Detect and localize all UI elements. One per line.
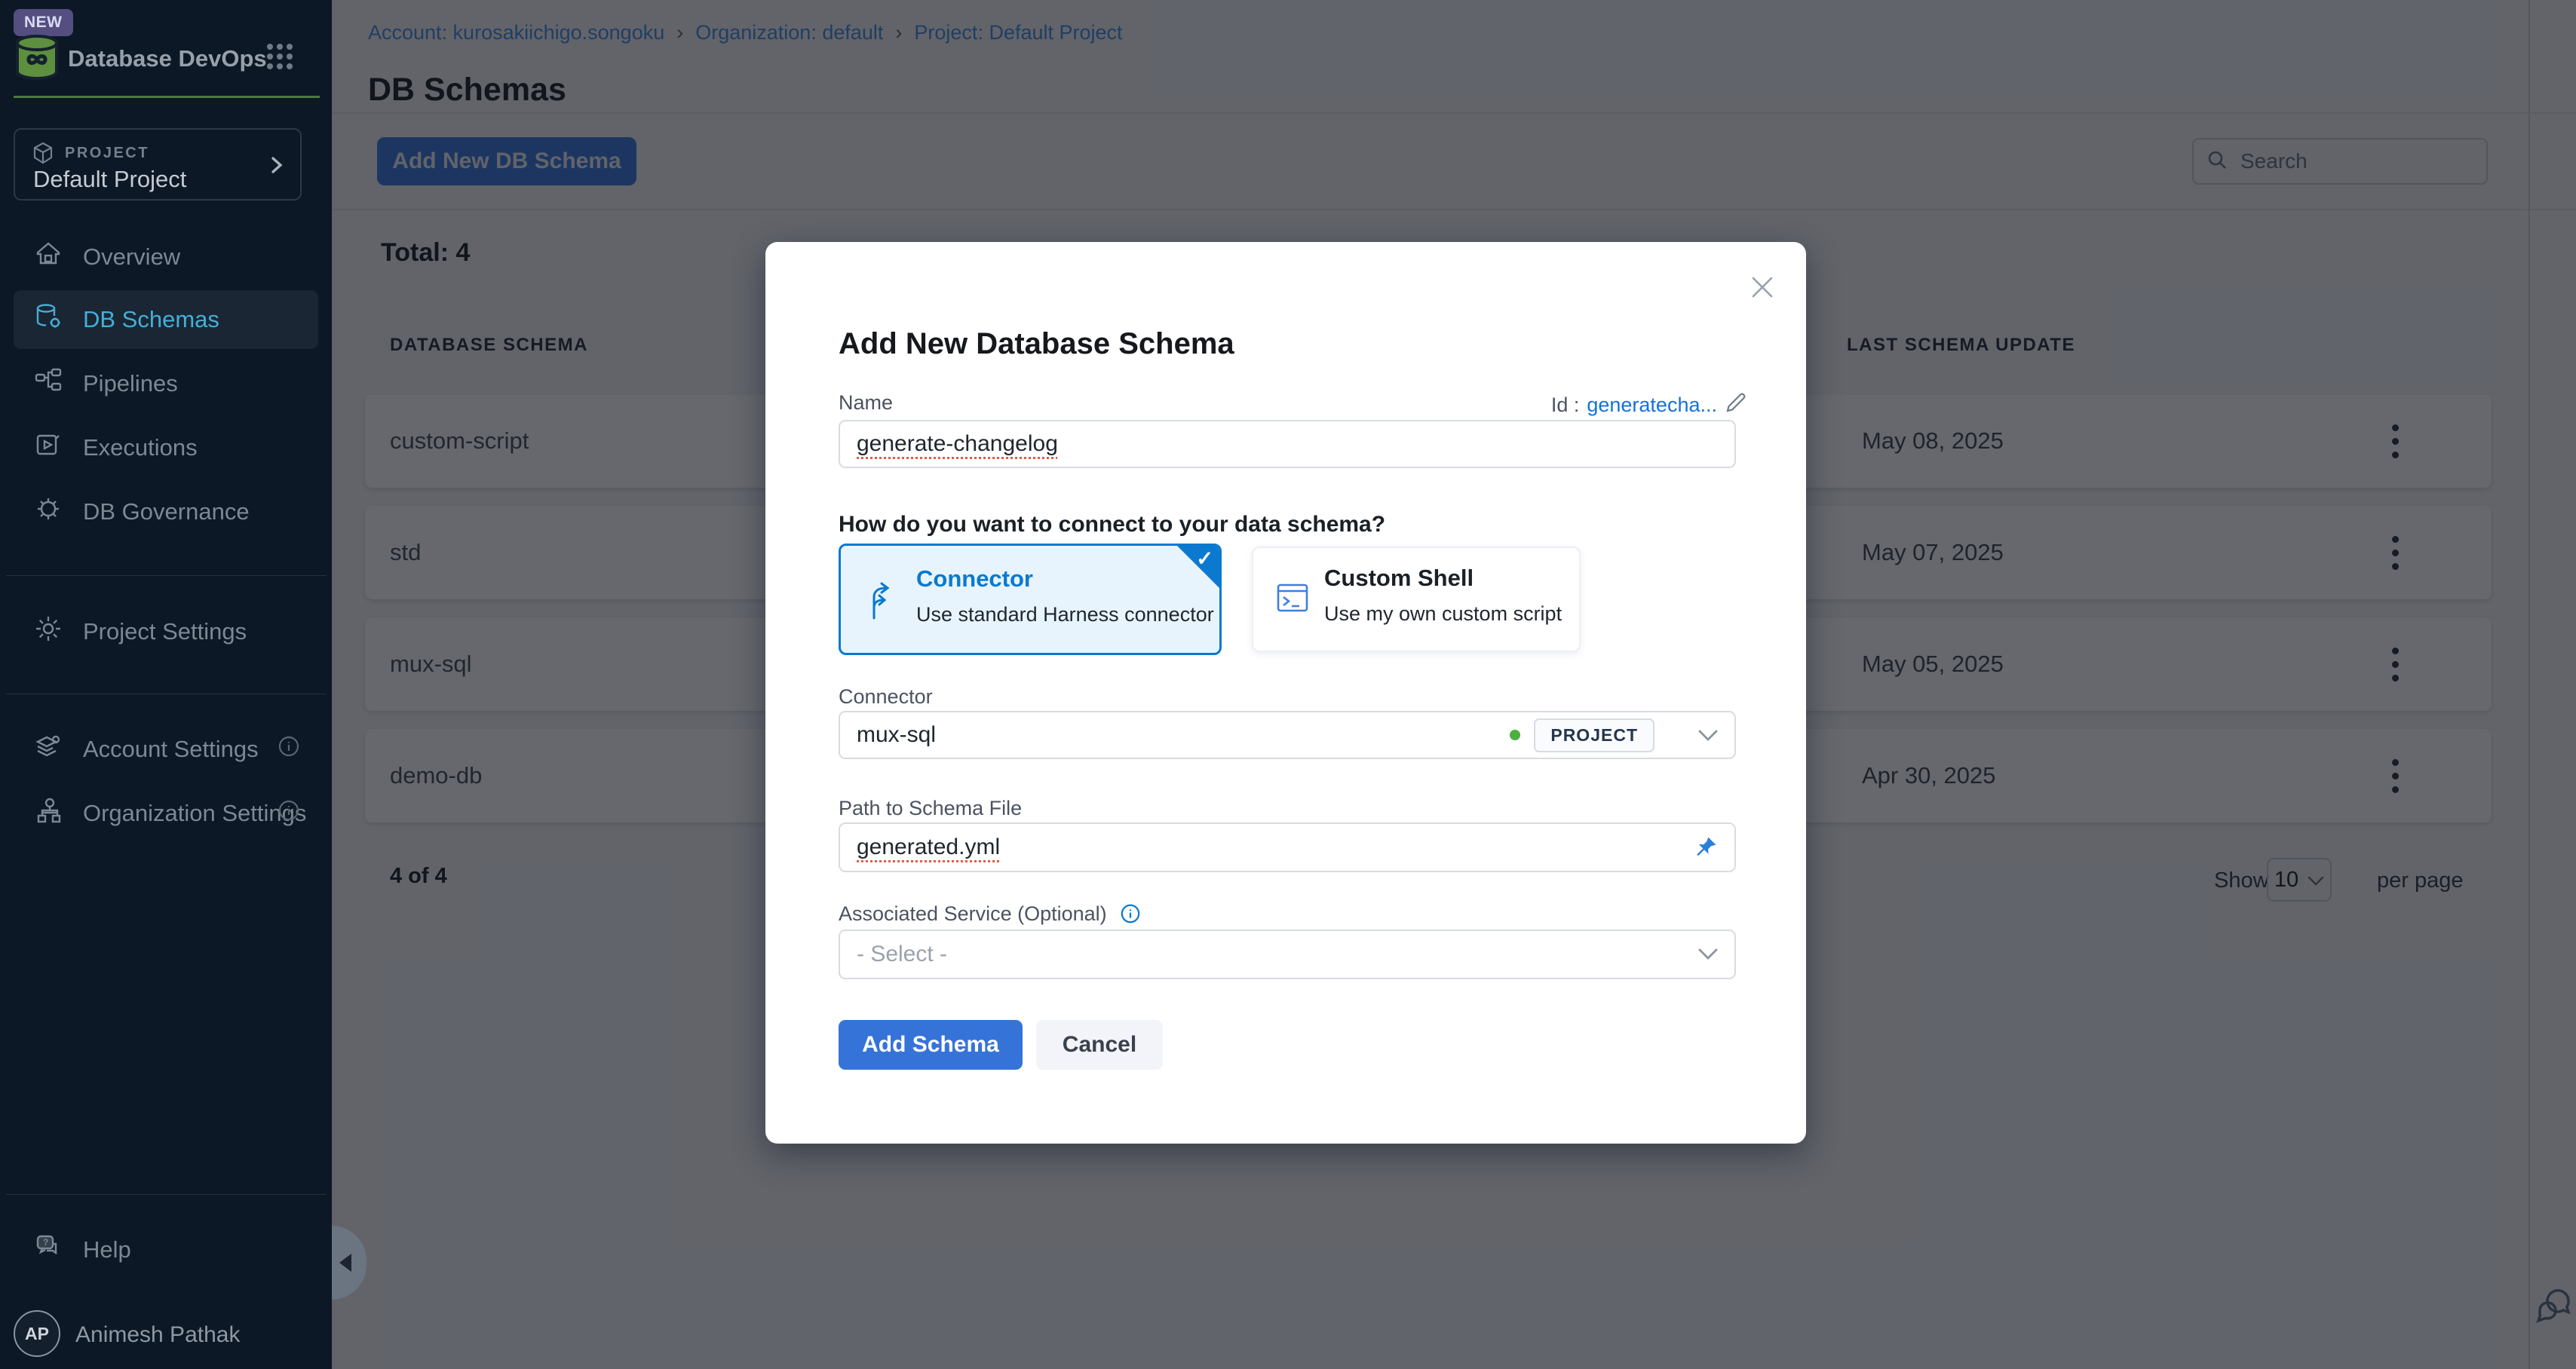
info-icon [278,735,300,764]
sidebar-divider [6,1194,326,1195]
name-input[interactable]: generate-changelog [839,420,1736,468]
sidebar-item-pipelines[interactable]: Pipelines [14,354,318,413]
sidebar-item-executions[interactable]: Executions [14,418,318,477]
home-icon [35,240,62,274]
sidebar-item-label: Pipelines [83,370,178,397]
sidebar-divider [6,575,326,576]
brand-divider [14,96,320,98]
close-icon[interactable] [1747,272,1777,306]
sidebar-item-account-settings[interactable]: Account Settings [14,720,318,779]
sidebar-item-help[interactable]: ? Help [14,1220,318,1279]
modal-title: Add New Database Schema [839,327,1234,361]
org-chart-gear-icon [35,797,62,830]
info-icon [278,799,300,828]
custom-shell-option-title: Custom Shell [1324,565,1474,592]
project-selector[interactable]: PROJECT Default Project [14,128,302,201]
service-label: Associated Service (Optional) [839,902,1141,930]
name-input-value: generate-changelog [857,431,1058,457]
chevron-down-icon [1698,722,1718,748]
custom-shell-option-subtitle: Use my own custom script [1324,602,1562,626]
option-card-connector[interactable]: ✓ Connector Use standard Harness connect… [839,544,1222,655]
connector-select[interactable]: mux-sql PROJECT [839,711,1736,759]
info-icon[interactable] [1115,906,1142,929]
path-input-value: generated.yml [857,835,1000,860]
svg-text:?: ? [43,1237,48,1248]
db-schemas-icon [35,303,62,336]
project-selector-name: Default Project [33,166,186,193]
sidebar-item-label: Executions [83,434,198,461]
project-cube-icon [32,142,54,168]
database-devops-logo-icon[interactable] [15,35,59,84]
pin-icon[interactable] [1694,835,1718,859]
app-root: NEW Database DevOps [0,0,2576,1369]
pipelines-icon [35,367,62,400]
governance-icon [35,495,62,528]
layers-gear-icon [35,733,62,766]
sidebar-item-db-governance[interactable]: DB Governance [14,482,318,541]
sidebar-item-db-schemas[interactable]: DB Schemas [14,290,318,349]
connector-select-value: mux-sql [857,722,936,748]
scope-badge: PROJECT [1534,718,1654,752]
sidebar-item-label: DB Governance [83,498,250,525]
support-chat-icon[interactable] [2534,1286,2573,1332]
connector-label: Connector [839,685,933,709]
avatar[interactable]: AP [14,1310,60,1357]
service-select[interactable]: - Select - [839,930,1736,979]
sidebar-item-label: Overview [83,243,180,271]
sidebar-item-label: Organization Settings [83,800,306,827]
connector-option-subtitle: Use standard Harness connector [916,603,1214,626]
sidebar-item-label: Project Settings [83,618,247,645]
path-input[interactable]: generated.yml [839,822,1736,872]
connector-status-dot [1510,730,1520,740]
sidebar-item-label: DB Schemas [83,306,219,333]
name-label: Name [839,391,893,415]
entity-id: Id : generatecha... [1551,391,1747,419]
edit-pencil-icon[interactable] [1725,391,1747,419]
sidebar-item-overview[interactable]: Overview [14,228,318,286]
add-schema-button[interactable]: Add Schema [839,1020,1023,1070]
project-selector-label: PROJECT [65,145,149,162]
option-card-custom-shell[interactable]: Custom Shell Use my own custom script [1252,547,1581,652]
sidebar-item-label: Account Settings [83,736,259,763]
terminal-icon [1274,580,1311,620]
id-value-link[interactable]: generatecha... [1587,394,1717,417]
sidebar-item-project-settings[interactable]: Project Settings [14,602,318,661]
help-chat-icon: ? [35,1233,62,1266]
chevron-right-icon [267,154,287,180]
connector-option-title: Connector [916,565,1033,593]
app-title: Database DevOps [68,45,267,72]
add-schema-modal: Add New Database Schema Name Id : genera… [765,242,1806,1144]
connector-branch-icon [865,582,900,623]
path-label: Path to Schema File [839,797,1022,820]
collapse-arrow-icon [339,1254,351,1272]
sidebar: NEW Database DevOps [0,0,332,1369]
new-badge: NEW [14,9,73,36]
service-select-placeholder: - Select - [857,942,947,967]
chevron-down-icon [1698,948,1718,960]
connect-question: How do you want to connect to your data … [839,512,1385,537]
id-prefix: Id : [1551,394,1580,417]
check-icon: ✓ [1196,547,1213,571]
sidebar-item-label: Help [83,1236,131,1263]
gear-icon [35,615,62,648]
sidebar-item-organization-settings[interactable]: Organization Settings [14,784,318,843]
user-name[interactable]: Animesh Pathak [75,1322,240,1348]
module-grid-icon[interactable] [265,42,294,75]
executions-icon [35,431,62,464]
cancel-button[interactable]: Cancel [1036,1020,1163,1070]
